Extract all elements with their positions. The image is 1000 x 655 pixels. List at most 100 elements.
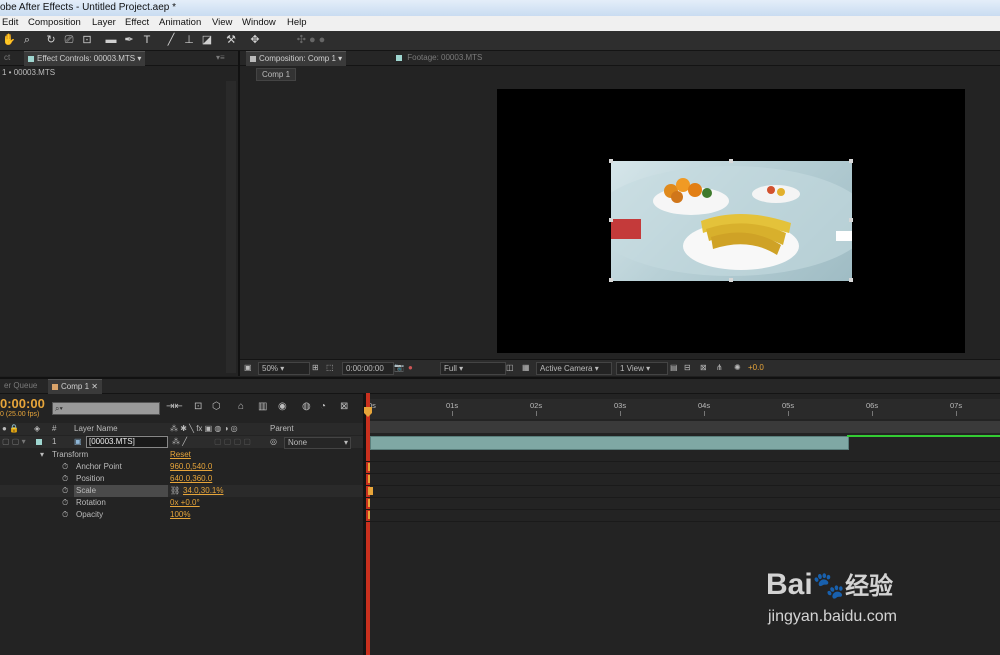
property-value[interactable]: 100% [170,509,190,521]
transform-group[interactable]: ▾ Transform Reset [0,449,363,461]
stopwatch-icon[interactable]: ⏱ [62,485,68,497]
property-value[interactable]: 960.0,540.0 [170,461,212,473]
keyframe-marker[interactable] [368,463,370,471]
rotate-icon[interactable]: ↻ [44,33,58,47]
transparency-grid-icon[interactable]: ▦ [522,362,530,373]
view-layout-dropdown[interactable]: 1 View ▾ [616,362,668,375]
timeline-timecode[interactable]: 0:00:00 [0,396,45,411]
live-update-icon[interactable]: ⊡ [194,401,202,412]
layer-row[interactable]: ▢ ▢ ▾ 1 ▣ [00003.MTS] ⁂ ╱ ▢ ▢ ▢ ▢ ◎ None… [0,436,363,449]
puppet-pin-icon[interactable]: ✥ [248,33,262,47]
camera-orbit-icon[interactable]: ⎚ [62,33,76,47]
snapshot-icon[interactable]: 📷 [394,362,404,373]
zoom-icon[interactable]: ⌕ [20,33,34,47]
zoom-dropdown[interactable]: 50% ▾ [258,362,310,375]
layer-quality-icon[interactable]: ⁂ ╱ [172,436,187,448]
property-row[interactable]: ⏱ Scale ⛓ 34.0,30.1% [0,485,363,497]
safe-zones-icon[interactable]: ⊞ [312,362,319,373]
hide-shy-icon[interactable]: ⌂ [238,401,244,412]
rectangle-icon[interactable]: ▬ [104,33,118,47]
brainstorm-icon[interactable]: ◍ [302,401,311,412]
constrain-proportions-icon[interactable]: ⛓ [170,485,180,497]
mask-visibility-icon[interactable]: ⬚ [326,362,334,373]
transform-handle[interactable] [609,218,613,222]
current-time-field[interactable]: 0:00:00:00 [342,362,394,375]
scrollbar[interactable] [226,81,236,373]
keyframe-marker[interactable] [368,511,370,519]
property-value[interactable]: 0x +0.0° [170,497,200,509]
layer-duration-bar[interactable] [370,436,849,450]
menu-layer[interactable]: Layer [92,17,116,28]
fast-previews-icon[interactable]: ⊟ [684,362,691,373]
property-row[interactable]: ⏱ Position 640.0,360.0 [0,473,363,485]
work-area-bar[interactable] [366,421,1000,433]
layer-switch-boxes[interactable]: ▢ ▢ ▢ ▢ [214,436,251,448]
menu-effect[interactable]: Effect [125,17,149,28]
frame-blending-icon[interactable]: ▥ [258,401,267,412]
stopwatch-icon[interactable]: ⏱ [62,509,68,521]
tab-render-queue[interactable]: er Queue [0,379,41,393]
exposure-icon[interactable]: ✺ [734,362,741,373]
exposure-value[interactable]: +0.0 [748,362,764,373]
menu-edit[interactable]: Edit [2,17,18,28]
property-value[interactable]: 640.0,360.0 [170,473,212,485]
menu-help[interactable]: Help [287,17,307,28]
current-time-indicator[interactable] [366,393,370,655]
toggle-pixel-aspect-icon[interactable]: ▤ [670,362,678,373]
type-icon[interactable]: T [140,33,154,47]
stopwatch-icon[interactable]: ⏱ [62,497,68,509]
always-preview-icon[interactable]: ▣ [244,362,252,373]
transform-reset[interactable]: Reset [170,449,191,461]
panel-menu-icon[interactable]: ▾≡ [212,51,229,65]
column-layer-name[interactable]: Layer Name [74,423,118,435]
flowchart-icon[interactable]: ⋔ [716,362,723,373]
tab-effect-controls[interactable]: Effect Controls: 00003.MTS ▾ [24,51,146,66]
transform-handle[interactable] [729,278,733,282]
menu-composition[interactable]: Composition [28,17,81,28]
transform-handle[interactable] [729,159,733,163]
channel-icon[interactable]: ● [408,362,413,373]
keyframe-marker[interactable] [368,487,373,495]
draft-3d-icon[interactable]: ⬡ [212,401,221,412]
hand-icon[interactable]: ✋ [2,33,16,47]
property-row[interactable]: ⏱ Opacity 100% [0,509,363,521]
layer-name[interactable]: [00003.MTS] [86,436,168,448]
transform-handle[interactable] [849,278,853,282]
comp-mini-flowchart-icon[interactable]: ⇥⇤ [166,401,183,412]
property-row[interactable]: ⏱ Anchor Point 960.0,540.0 [0,461,363,473]
video-layer-frame[interactable] [611,161,852,281]
transform-handle[interactable] [849,218,853,222]
transform-handle[interactable] [609,278,613,282]
parent-dropdown[interactable]: None ▾ [284,437,351,449]
tab-composition[interactable]: Composition: Comp 1 ▾ [246,51,347,66]
layer-color-label[interactable] [36,439,42,445]
auto-keyframe-icon[interactable]: ◔ [320,401,326,412]
search-input[interactable]: ⌕▾ [52,402,160,415]
eraser-icon[interactable]: ◪ [200,33,214,47]
transform-handle[interactable] [609,159,613,163]
keyframe-marker[interactable] [368,499,370,507]
stopwatch-icon[interactable]: ⏱ [62,473,68,485]
motion-blur-icon[interactable]: ◉ [278,401,287,412]
stopwatch-icon[interactable]: ⏱ [62,461,68,473]
keyframe-marker[interactable] [368,475,370,483]
property-row[interactable]: ⏱ Rotation 0x +0.0° [0,497,363,509]
tab-project[interactable]: ct [0,51,14,65]
tab-comp[interactable]: Comp 1 ✕ [48,379,102,394]
brush-icon[interactable]: ╱ [164,33,178,47]
region-of-interest-icon[interactable]: ◫ [506,362,514,373]
comp-button[interactable]: Comp 1 [256,68,297,81]
transform-handle[interactable] [849,159,853,163]
graph-editor-icon[interactable]: ⊠ [340,401,348,412]
resolution-dropdown[interactable]: Full ▾ [440,362,506,375]
roto-brush-icon[interactable]: ⚒ [224,33,238,47]
pen-icon[interactable]: ✒ [122,33,136,47]
menu-window[interactable]: Window [242,17,276,28]
pan-behind-icon[interactable]: ⊡ [80,33,94,47]
property-value[interactable]: 34.0,30.1% [183,485,223,497]
layer-switches[interactable]: ▢ ▢ ▾ [2,436,26,448]
clone-stamp-icon[interactable]: ⊥ [182,33,196,47]
timeline-icon[interactable]: ⊠ [700,362,707,373]
menu-animation[interactable]: Animation [159,17,201,28]
pickwhip-icon[interactable]: ◎ [270,436,277,448]
